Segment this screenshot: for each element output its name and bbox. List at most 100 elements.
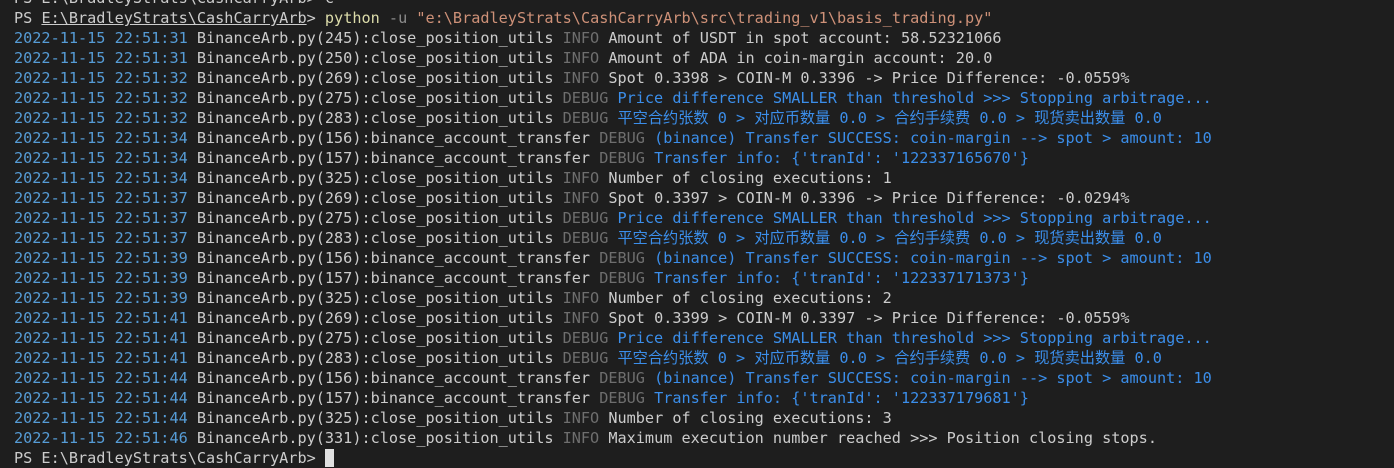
log-line: 2022-11-15 22:51:46 BinanceArb.py(331):c… — [14, 428, 1384, 448]
log-source: BinanceArb.py(157):binance_account_trans… — [187, 269, 600, 287]
log-level: DEBUG — [562, 109, 609, 127]
log-line: 2022-11-15 22:51:32 BinanceArb.py(269):c… — [14, 68, 1384, 88]
log-level: DEBUG — [599, 149, 645, 167]
log-level: INFO — [562, 409, 600, 427]
log-level: DEBUG — [562, 329, 609, 347]
log-line: 2022-11-15 22:51:41 BinanceArb.py(275):c… — [14, 328, 1384, 348]
log-level: DEBUG — [599, 369, 645, 387]
log-source: BinanceArb.py(283):close_position_utils — [187, 229, 563, 247]
log-level: DEBUG — [599, 389, 645, 407]
log-timestamp: 2022-11-15 22:51:34 — [14, 129, 188, 147]
current-prompt: PS E:\BradleyStrats\CashCarryArb> — [14, 449, 325, 467]
log-line: 2022-11-15 22:51:34 BinanceArb.py(325):c… — [14, 168, 1384, 188]
log-source: BinanceArb.py(269):close_position_utils — [187, 69, 563, 87]
log-timestamp: 2022-11-15 22:51:37 — [14, 229, 188, 247]
log-level: INFO — [562, 429, 600, 447]
log-timestamp: 2022-11-15 22:51:41 — [14, 349, 188, 367]
log-timestamp: 2022-11-15 22:51:44 — [14, 369, 188, 387]
log-line: 2022-11-15 22:51:34 BinanceArb.py(157):b… — [14, 148, 1384, 168]
log-source: BinanceArb.py(325):close_position_utils — [187, 409, 563, 427]
log-source: BinanceArb.py(269):close_position_utils — [187, 309, 563, 327]
log-message: Price difference SMALLER than threshold … — [608, 209, 1212, 227]
log-source: BinanceArb.py(325):close_position_utils — [187, 169, 563, 187]
log-level: INFO — [562, 189, 600, 207]
log-source: BinanceArb.py(283):close_position_utils — [187, 349, 563, 367]
log-timestamp: 2022-11-15 22:51:41 — [14, 309, 188, 327]
log-message: Amount of ADA in coin-margin account: 20… — [599, 49, 993, 67]
log-source: BinanceArb.py(157):binance_account_trans… — [187, 389, 600, 407]
prompt-path-link[interactable]: E:\BradleyStrats\CashCarryArb — [41, 9, 306, 27]
command-argument: "e:\BradleyStrats\CashCarryArb\src\tradi… — [416, 9, 993, 27]
log-source: BinanceArb.py(156):binance_account_trans… — [187, 249, 600, 267]
log-source: BinanceArb.py(157):binance_account_trans… — [187, 149, 600, 167]
command-line: PS E:\BradleyStrats\CashCarryArb> python… — [14, 8, 1384, 28]
log-level: DEBUG — [562, 89, 609, 107]
log-line: 2022-11-15 22:51:37 BinanceArb.py(275):c… — [14, 208, 1384, 228]
log-message: Spot 0.3397 > COIN-M 0.3396 -> Price Dif… — [599, 189, 1130, 207]
log-line: 2022-11-15 22:51:31 BinanceArb.py(250):c… — [14, 48, 1384, 68]
log-message: Number of closing executions: 1 — [599, 169, 892, 187]
log-source: BinanceArb.py(325):close_position_utils — [187, 289, 563, 307]
log-line: 2022-11-15 22:51:44 BinanceArb.py(157):b… — [14, 388, 1384, 408]
log-level: DEBUG — [599, 249, 645, 267]
log-message: Transfer info: {'tranId': '122337171373'… — [644, 269, 1029, 287]
log-line: 2022-11-15 22:51:32 BinanceArb.py(275):c… — [14, 88, 1384, 108]
log-source: BinanceArb.py(250):close_position_utils — [187, 49, 563, 67]
terminal-output[interactable]: PS E:\BradleyStrats\CashCarryArb> c PS E… — [14, 0, 1384, 468]
log-line: 2022-11-15 22:51:37 BinanceArb.py(283):c… — [14, 228, 1384, 248]
log-line: 2022-11-15 22:51:37 BinanceArb.py(269):c… — [14, 188, 1384, 208]
previous-prompt-line: PS E:\BradleyStrats\CashCarryArb> c — [14, 0, 1384, 8]
log-timestamp: 2022-11-15 22:51:37 — [14, 209, 188, 227]
log-level: DEBUG — [599, 129, 645, 147]
log-timestamp: 2022-11-15 22:51:31 — [14, 49, 188, 67]
log-timestamp: 2022-11-15 22:51:34 — [14, 169, 188, 187]
log-level: DEBUG — [562, 229, 609, 247]
log-timestamp: 2022-11-15 22:51:32 — [14, 69, 188, 87]
log-message: Number of closing executions: 2 — [599, 289, 892, 307]
log-message: Price difference SMALLER than threshold … — [608, 329, 1212, 347]
prompt-prefix: PS — [14, 9, 42, 27]
command-name: python — [324, 9, 380, 27]
log-level: INFO — [562, 49, 600, 67]
log-level: DEBUG — [562, 349, 609, 367]
log-level: INFO — [562, 309, 600, 327]
log-source: BinanceArb.py(331):close_position_utils — [187, 429, 563, 447]
log-level: INFO — [562, 289, 600, 307]
log-message: Maximum execution number reached >>> Pos… — [599, 429, 1157, 447]
log-message: (binance) Transfer SUCCESS: coin-margin … — [644, 369, 1212, 387]
log-source: BinanceArb.py(269):close_position_utils — [187, 189, 563, 207]
log-level: INFO — [562, 169, 600, 187]
log-line: 2022-11-15 22:51:39 BinanceArb.py(157):b… — [14, 268, 1384, 288]
log-timestamp: 2022-11-15 22:51:37 — [14, 189, 188, 207]
log-line: 2022-11-15 22:51:44 BinanceArb.py(325):c… — [14, 408, 1384, 428]
log-timestamp: 2022-11-15 22:51:39 — [14, 249, 188, 267]
log-message: Transfer info: {'tranId': '122337179681'… — [644, 389, 1029, 407]
log-level: DEBUG — [562, 209, 609, 227]
log-timestamp: 2022-11-15 22:51:31 — [14, 29, 188, 47]
log-timestamp: 2022-11-15 22:51:44 — [14, 389, 188, 407]
log-source: BinanceArb.py(156):binance_account_trans… — [187, 129, 600, 147]
log-source: BinanceArb.py(156):binance_account_trans… — [187, 369, 600, 387]
log-timestamp: 2022-11-15 22:51:46 — [14, 429, 188, 447]
log-message: Number of closing executions: 3 — [599, 409, 892, 427]
log-source: BinanceArb.py(275):close_position_utils — [187, 329, 563, 347]
log-message: (binance) Transfer SUCCESS: coin-margin … — [644, 129, 1212, 147]
log-message: Transfer info: {'tranId': '122337165670'… — [644, 149, 1029, 167]
log-line: 2022-11-15 22:51:39 BinanceArb.py(156):b… — [14, 248, 1384, 268]
log-timestamp: 2022-11-15 22:51:39 — [14, 269, 188, 287]
log-message: (binance) Transfer SUCCESS: coin-margin … — [644, 249, 1212, 267]
command-flag: -u — [379, 9, 417, 27]
log-line: 2022-11-15 22:51:39 BinanceArb.py(325):c… — [14, 288, 1384, 308]
log-lines: 2022-11-15 22:51:31 BinanceArb.py(245):c… — [14, 28, 1384, 448]
log-message: Spot 0.3398 > COIN-M 0.3396 -> Price Dif… — [599, 69, 1130, 87]
log-line: 2022-11-15 22:51:32 BinanceArb.py(283):c… — [14, 108, 1384, 128]
log-source: BinanceArb.py(245):close_position_utils — [187, 29, 563, 47]
prompt-gt: > — [306, 9, 325, 27]
log-message: 平空合约张数 0 > 对应币数量 0.0 > 合约手续费 0.0 > 现货卖出数… — [608, 349, 1162, 367]
log-level: INFO — [562, 29, 600, 47]
log-line: 2022-11-15 22:51:34 BinanceArb.py(156):b… — [14, 128, 1384, 148]
log-timestamp: 2022-11-15 22:51:34 — [14, 149, 188, 167]
current-prompt-line[interactable]: PS E:\BradleyStrats\CashCarryArb> — [14, 448, 1384, 468]
log-line: 2022-11-15 22:51:41 BinanceArb.py(269):c… — [14, 308, 1384, 328]
log-timestamp: 2022-11-15 22:51:39 — [14, 289, 188, 307]
